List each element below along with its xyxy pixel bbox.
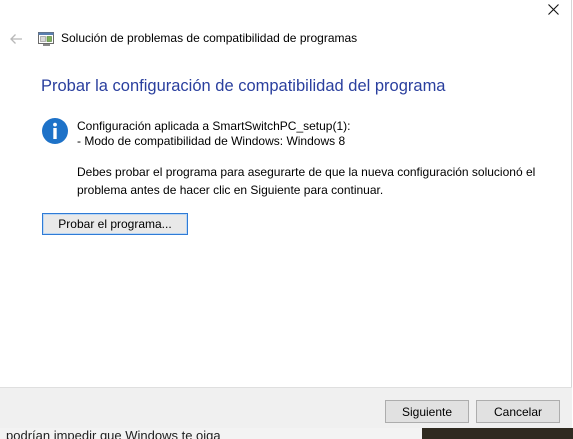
back-button[interactable]: [6, 29, 26, 49]
footer-bar: Siguiente Cancelar: [0, 387, 572, 428]
next-button[interactable]: Siguiente: [385, 400, 469, 423]
info-icon: [42, 118, 68, 144]
title-bar: [0, 0, 572, 22]
program-compatibility-icon: [38, 32, 54, 46]
close-icon: [547, 3, 559, 15]
navigation-bar: Solución de problemas de compatibilidad …: [0, 27, 572, 53]
background-image-strip: [422, 428, 573, 439]
close-button[interactable]: [538, 0, 568, 20]
page-title: Probar la configuración de compatibilida…: [41, 77, 446, 95]
window-title: Solución de problemas de compatibilidad …: [61, 31, 358, 45]
compatibility-mode-line: - Modo de compatibilidad de Windows: Win…: [77, 134, 346, 148]
applied-settings-line: Configuración aplicada a SmartSwitchPC_s…: [77, 119, 351, 133]
instructions-text: Debes probar el programa para asegurarte…: [77, 165, 536, 197]
background-text: podrían impedir que Windows te oiga: [6, 428, 221, 439]
background-window: podrían impedir que Windows te oiga: [0, 428, 573, 439]
test-program-button[interactable]: Probar el programa...: [42, 213, 188, 235]
cancel-button[interactable]: Cancelar: [476, 400, 560, 423]
back-arrow-icon: [10, 34, 22, 44]
troubleshooter-window: Solución de problemas de compatibilidad …: [0, 0, 572, 428]
